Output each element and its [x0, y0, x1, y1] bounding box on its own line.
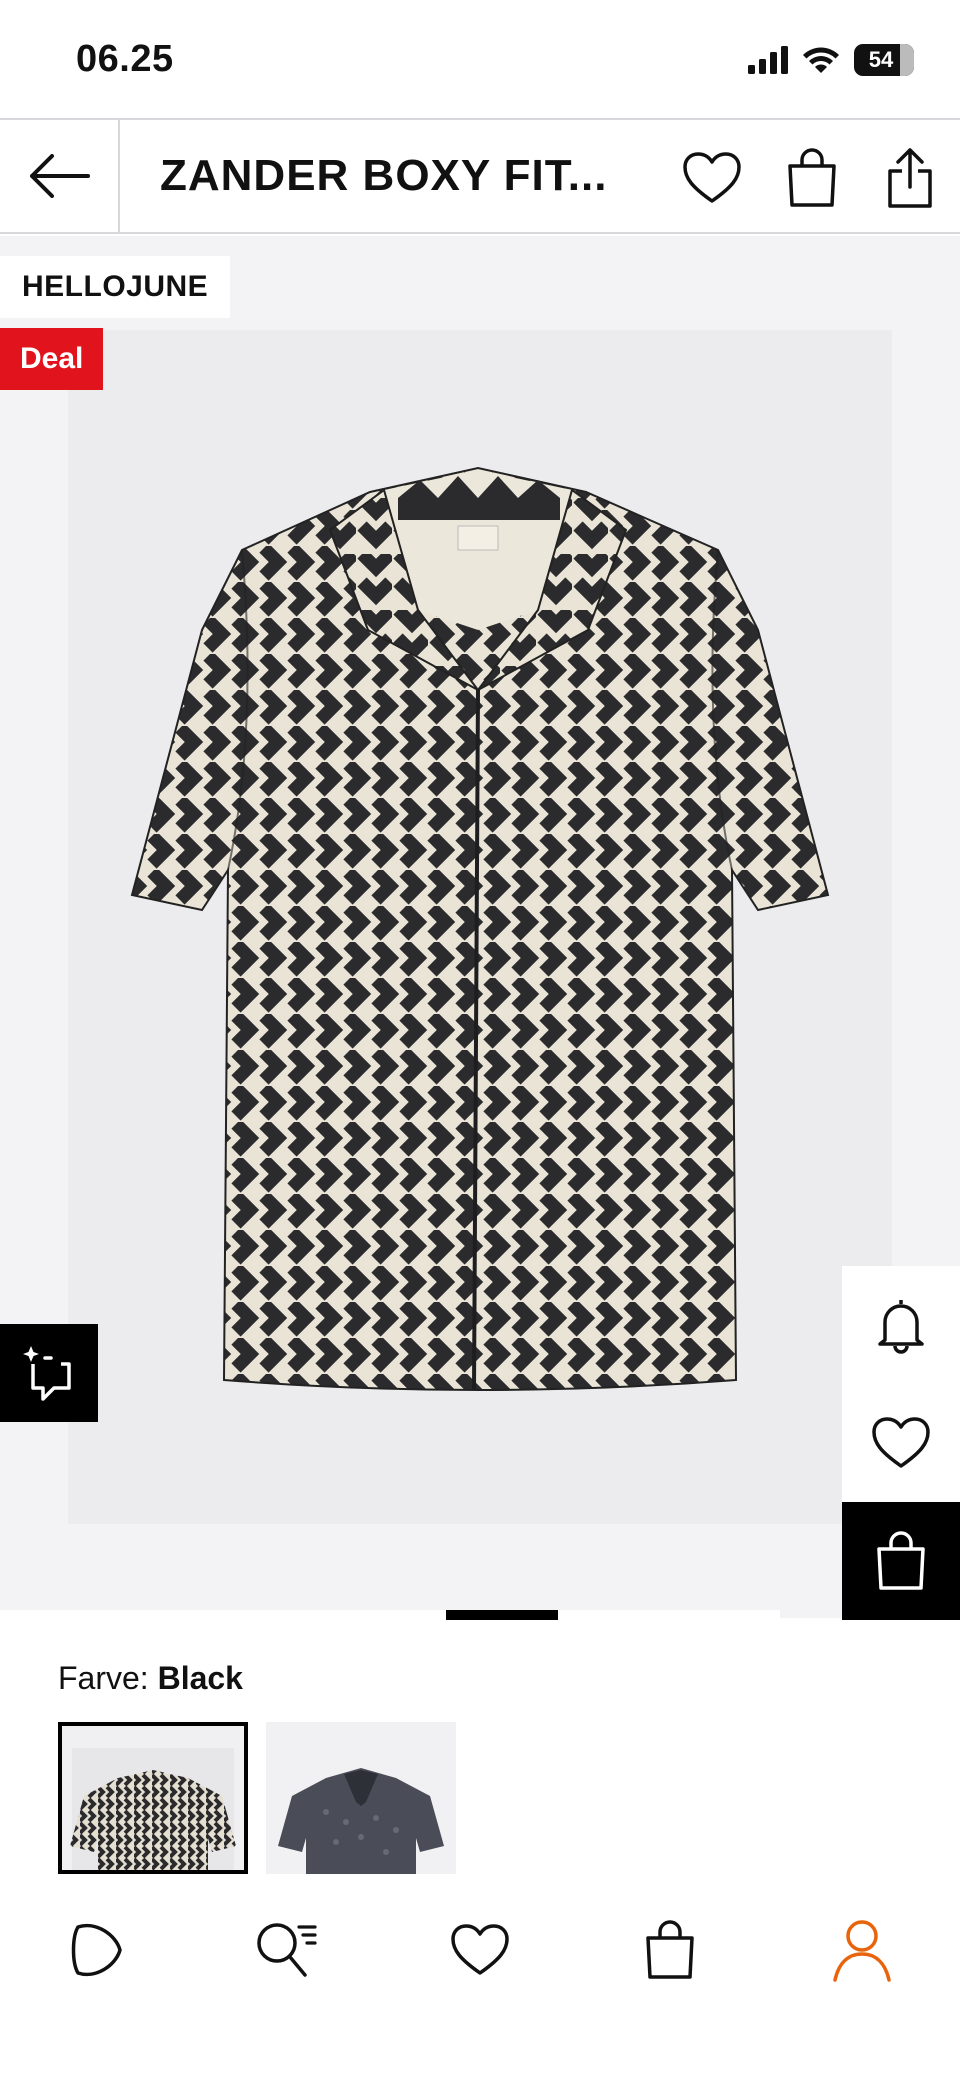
compare-sparkle-icon	[23, 1346, 71, 1401]
product-header: ZANDER BOXY FIT...	[0, 118, 960, 234]
heart-icon	[683, 152, 741, 203]
wishlist-icon	[451, 1924, 509, 1975]
battery-level: 54	[868, 47, 894, 72]
nav-search[interactable]	[246, 1910, 326, 1990]
brand-label[interactable]: HELLOJUNE	[0, 256, 231, 318]
search-icon	[257, 1923, 317, 1977]
shopping-bag-icon	[877, 1531, 925, 1590]
profile-icon	[833, 1920, 891, 1982]
gallery-pager-active[interactable]	[446, 1610, 558, 1620]
heart-icon	[872, 1417, 930, 1468]
status-bar: 06.25 54	[0, 0, 960, 118]
nav-wishlist[interactable]	[440, 1910, 520, 1990]
back-button[interactable]	[0, 120, 120, 232]
wifi-icon	[803, 47, 839, 73]
nav-bag[interactable]	[630, 1910, 710, 1990]
color-label: Farve: Black	[58, 1660, 243, 1697]
home-icon	[71, 1923, 122, 1977]
bag-button[interactable]	[780, 146, 844, 210]
deal-badge: Deal	[0, 328, 104, 390]
swatch-image-black	[70, 1748, 236, 1870]
swatch-image-navy	[266, 1722, 456, 1874]
shopping-bag-icon	[788, 148, 836, 207]
nav-home[interactable]	[56, 1910, 136, 1990]
side-favorite-button[interactable]	[842, 1384, 960, 1502]
bag-icon	[646, 1920, 694, 1979]
nav-profile[interactable]	[822, 1910, 902, 1990]
product-gallery[interactable]: HELLOJUNE Deal	[0, 236, 960, 1620]
compare-button[interactable]	[0, 1324, 98, 1422]
add-to-bag-button[interactable]	[842, 1502, 960, 1620]
gallery-pager-track	[0, 1610, 780, 1620]
status-icons: 54	[748, 42, 914, 78]
page-title: ZANDER BOXY FIT...	[160, 151, 608, 200]
color-swatch-black[interactable]	[58, 1722, 248, 1874]
bottom-navigation	[0, 1874, 960, 2078]
share-button[interactable]	[878, 146, 942, 210]
favorite-button[interactable]	[680, 146, 744, 210]
side-action-panel	[842, 1266, 960, 1620]
signal-icon	[748, 46, 788, 74]
status-time: 06.25	[76, 38, 174, 80]
back-arrow-icon	[30, 154, 90, 198]
color-swatch-navy[interactable]	[266, 1722, 456, 1874]
battery-icon: 54	[854, 44, 914, 76]
share-icon	[888, 148, 932, 208]
product-image[interactable]	[68, 330, 892, 1524]
color-label-value: Black	[157, 1660, 243, 1696]
bell-icon	[878, 1300, 924, 1354]
notify-button[interactable]	[842, 1266, 960, 1384]
color-label-prefix: Farve:	[58, 1660, 149, 1696]
